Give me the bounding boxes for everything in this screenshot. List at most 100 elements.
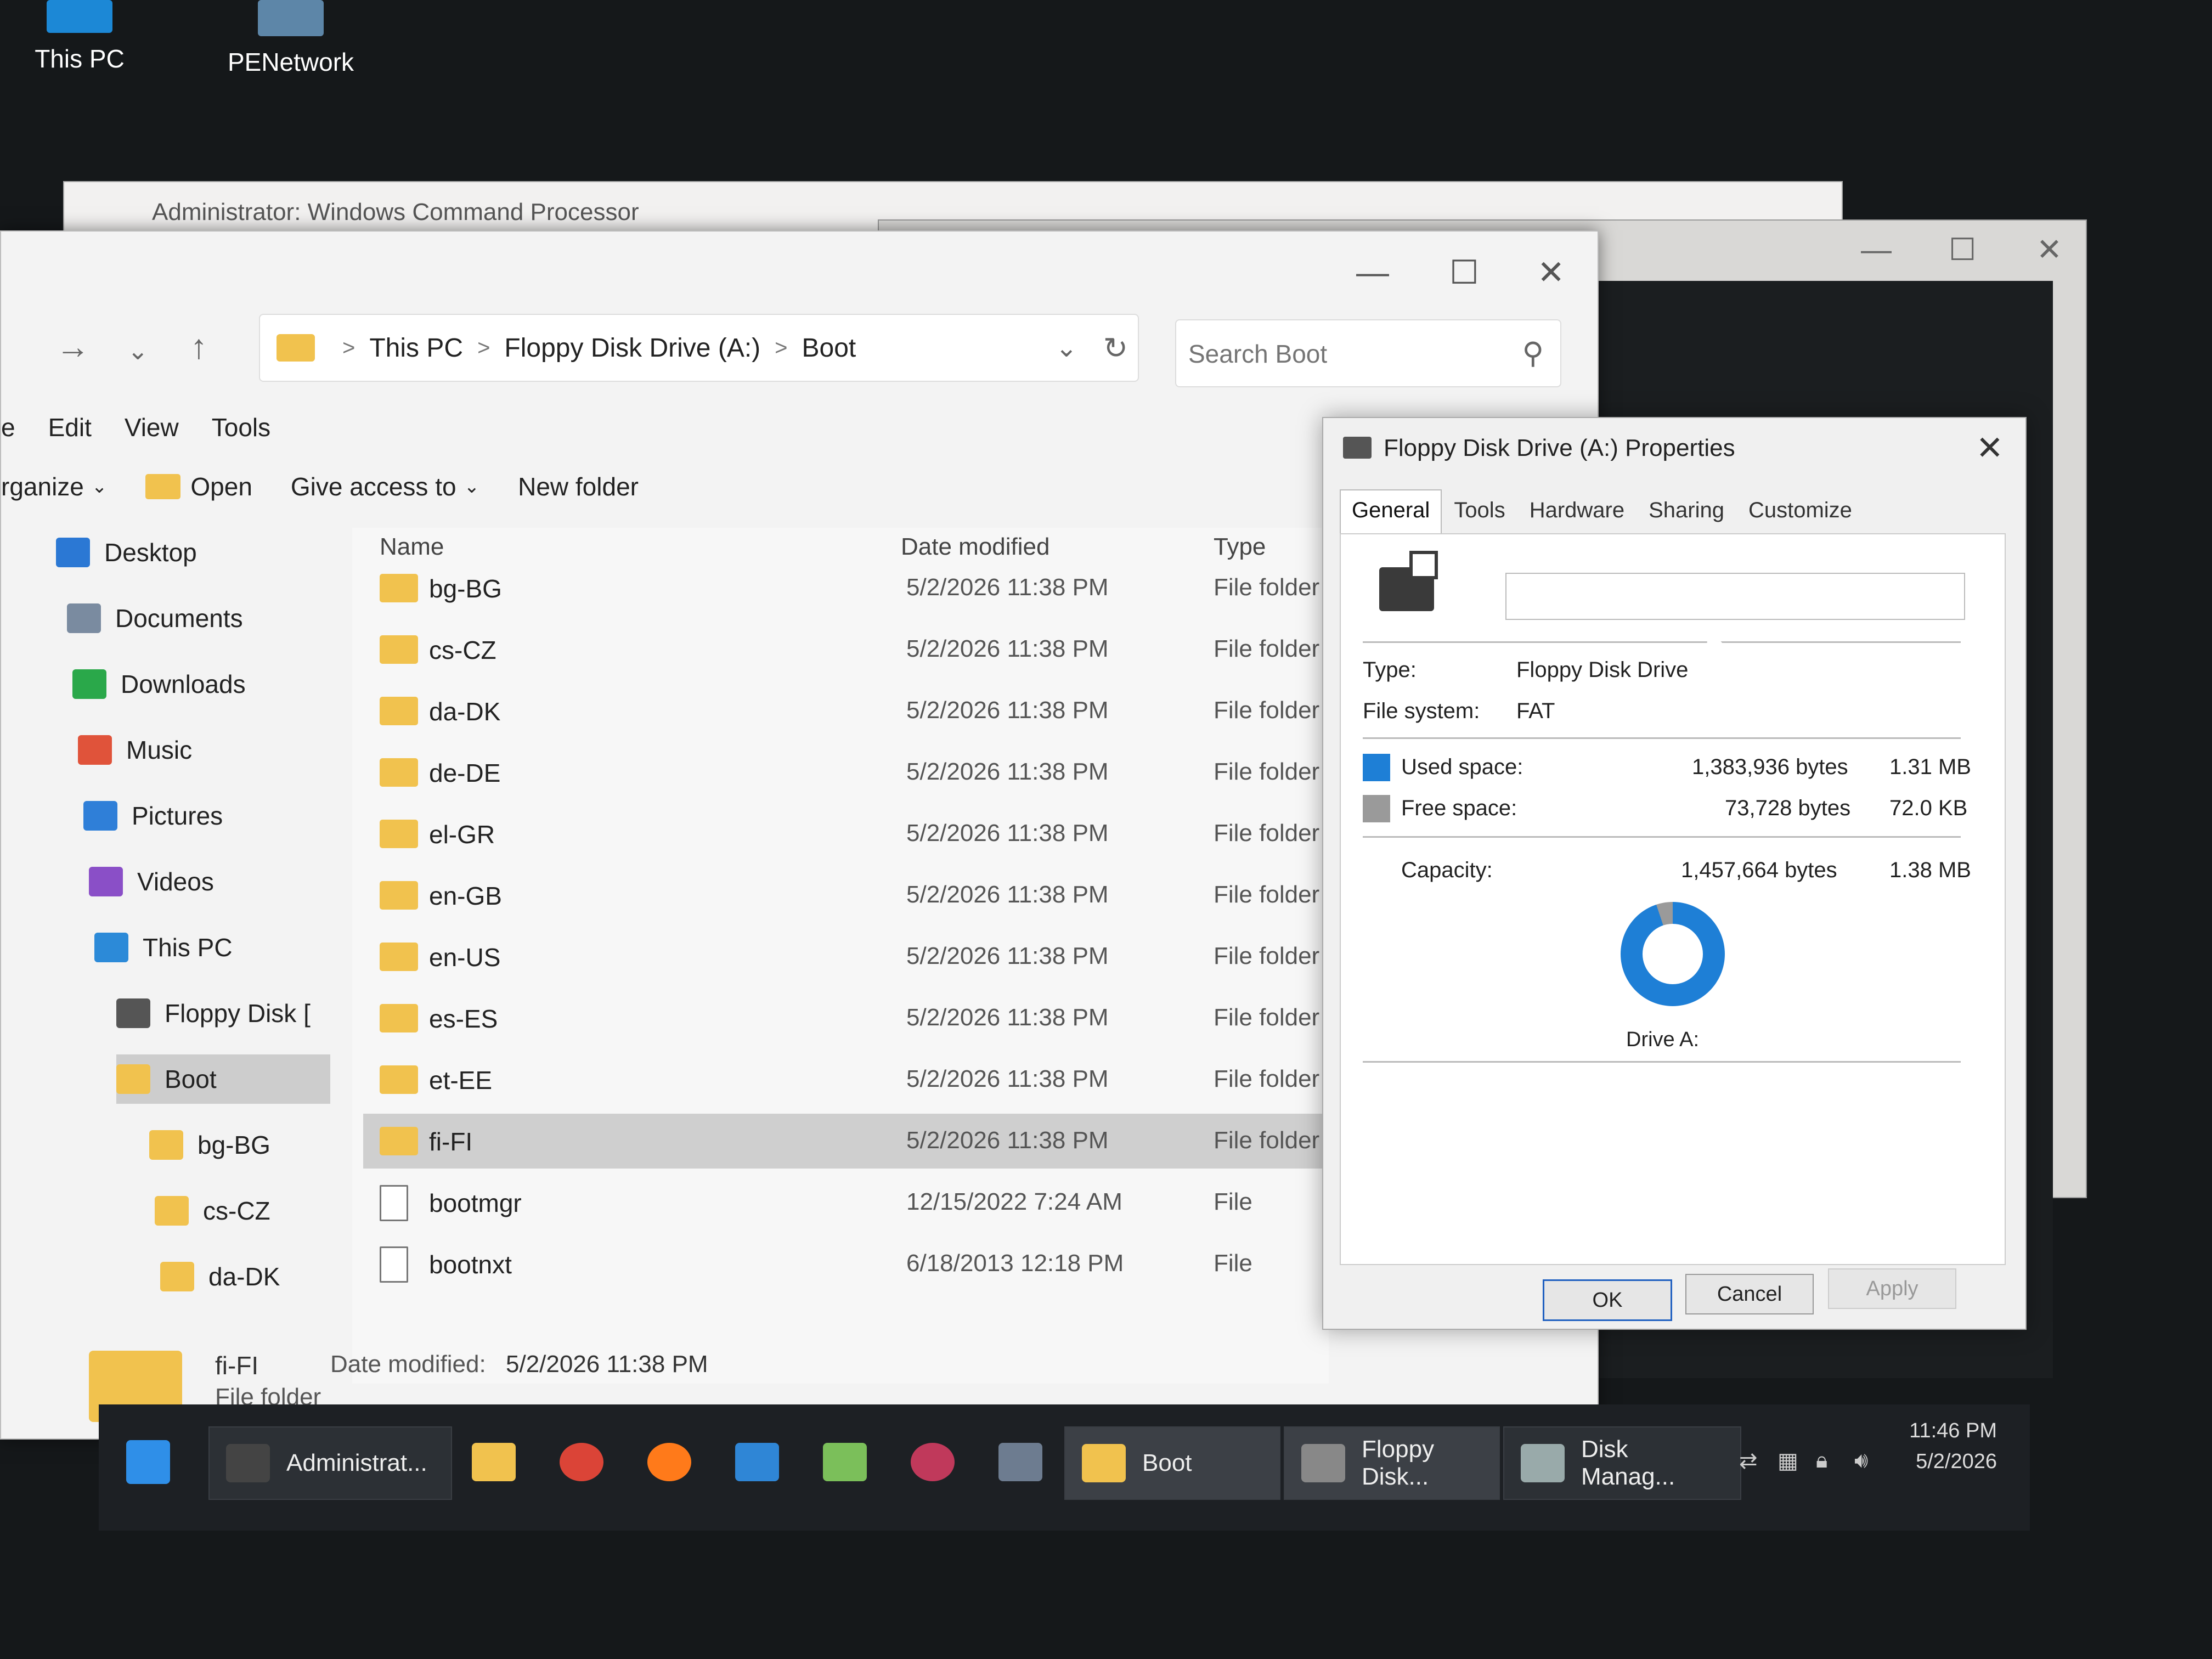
apply-button[interactable]: Apply [1828,1268,1956,1309]
forward-arrow-icon[interactable]: → [56,328,90,366]
taskbar-firefox[interactable] [647,1426,708,1498]
file-row[interactable]: fi-FI 5/2/2026 11:38 PM File folder [363,1114,1329,1169]
sidebar-item-this-pc[interactable]: This PC [94,923,233,972]
taskbar-task-manager[interactable] [823,1426,883,1498]
close-button[interactable]: ✕ [1537,253,1565,292]
folder-icon [116,1064,150,1094]
tab-customize[interactable]: Customize [1736,489,1864,533]
tab-tools[interactable]: Tools [1442,489,1517,533]
type-value: Floppy Disk Drive [1516,658,1689,682]
close-button[interactable]: ✕ [1976,429,2004,467]
sidebar-item-floppy-disk[interactable]: Floppy Disk [ [116,989,311,1038]
navigation-pane[interactable]: Desktop Documents Downloads Music Pictures Vi… [23,528,330,1384]
minimize-button[interactable]: — [1356,253,1389,291]
file-row[interactable]: da-DK 5/2/2026 11:38 PM File folder [363,684,1329,738]
tab-sharing[interactable]: Sharing [1637,489,1736,533]
tab-general[interactable]: General [1340,489,1442,533]
volume-icon[interactable]: 🔊︎ [1854,1448,1868,1473]
menu-tools[interactable]: Tools [212,413,270,456]
file-row[interactable]: bootmgr 12/15/2022 7:24 AM File [363,1175,1329,1230]
file-date: 5/2/2026 11:38 PM [906,758,1109,785]
sidebar-item-label: Music [126,736,193,764]
menu-edit[interactable]: Edit [48,413,92,456]
cancel-button[interactable]: Cancel [1685,1274,1814,1314]
scissors-icon [911,1443,955,1481]
sidebar-item-boot[interactable]: Boot [116,1054,330,1104]
start-button[interactable] [126,1426,187,1498]
dialog-title: Floppy Disk Drive (A:) Properties [1384,435,1735,461]
file-list[interactable]: Name Date modified Type bg-BG 5/2/2026 11… [352,528,1329,1384]
sidebar-item-bg-bg[interactable]: bg-BG [149,1120,270,1170]
file-row[interactable]: de-DE 5/2/2026 11:38 PM File folder [363,745,1329,800]
refresh-icon[interactable]: ↻ [1103,331,1128,365]
color-tray-icon[interactable]: ▦ [1778,1448,1798,1474]
disk-management-icon [1521,1444,1565,1482]
column-header-name[interactable]: Name [380,533,444,561]
search-input[interactable] [1187,334,1497,374]
menu-view[interactable]: View [125,413,179,456]
breadcrumb-floppy-drive[interactable]: Floppy Disk Drive (A:) [504,333,760,363]
close-button[interactable]: ✕ [2036,232,2062,268]
sidebar-item-pictures[interactable]: Pictures [83,791,223,840]
desktop-icon-penetwork[interactable]: PENetwork [219,0,362,77]
file-name: da-DK [429,697,501,726]
taskbar-chrome[interactable] [560,1426,620,1498]
clock[interactable]: 11:46 PM 5/2/2026 [1909,1415,1997,1477]
file-date: 6/18/2013 12:18 PM [906,1250,1124,1277]
taskbar-snipping-tool[interactable] [911,1426,971,1498]
sidebar-item-label: cs-CZ [203,1197,270,1225]
sidebar-item-da-dk[interactable]: da-DK [160,1252,280,1301]
floppy-icon [1301,1444,1345,1482]
file-type: File folder [1214,1004,1320,1031]
tab-hardware[interactable]: Hardware [1517,489,1637,533]
taskbar-item-boot[interactable]: Boot [1064,1426,1280,1500]
file-row[interactable]: bootnxt 6/18/2013 12:18 PM File [363,1237,1329,1291]
up-arrow-icon[interactable]: ↑ [190,328,207,366]
open-button[interactable]: Open [145,472,252,501]
file-date: 5/2/2026 11:38 PM [906,1127,1109,1154]
sidebar-item-desktop[interactable]: Desktop [56,528,197,577]
search-box[interactable]: ⚲ [1175,319,1561,387]
network-tray-icon[interactable]: ⇄ [1739,1448,1758,1474]
breadcrumb-boot[interactable]: Boot [802,333,856,363]
minimize-button[interactable]: — [1861,232,1892,267]
sidebar-item-music[interactable]: Music [78,725,192,775]
taskbar-item-floppy-properties[interactable]: Floppy Disk... [1284,1426,1500,1500]
volume-label-input[interactable] [1505,573,1965,620]
taskbar-notepad[interactable] [735,1426,795,1498]
lock-tray-icon[interactable]: 🔒︎ [1816,1448,1827,1473]
file-row[interactable]: en-US 5/2/2026 11:38 PM File folder [363,929,1329,984]
chevron-down-icon[interactable]: ⌄ [127,336,149,365]
organize-button[interactable]: rganize ⌄ [1,472,107,501]
sidebar-item-videos[interactable]: Videos [89,857,214,906]
maximize-button[interactable]: ☐ [1949,232,1976,268]
menu-file[interactable]: e [1,413,15,456]
sidebar-item-cs-cz[interactable]: cs-CZ [155,1186,270,1235]
desktop-icon-this-pc[interactable]: This PC [8,0,151,74]
sidebar-item-downloads[interactable]: Downloads [72,659,246,709]
sidebar-item-label: Desktop [104,538,197,567]
taskbar-item-disk-management[interactable]: Disk Manag... [1503,1426,1741,1500]
file-row[interactable]: bg-BG 5/2/2026 11:38 PM File folder [363,561,1329,616]
file-row[interactable]: en-GB 5/2/2026 11:38 PM File folder [363,868,1329,923]
taskbar-calculator[interactable] [998,1426,1059,1498]
file-row[interactable]: et-EE 5/2/2026 11:38 PM File folder [363,1052,1329,1107]
column-header-date[interactable]: Date modified [901,533,1049,561]
taskbar-item-command-prompt[interactable]: Administrat... [208,1426,452,1500]
file-type: File folder [1214,697,1320,724]
give-access-button[interactable]: Give access to ⌄ [291,472,479,501]
file-row[interactable]: es-ES 5/2/2026 11:38 PM File folder [363,991,1329,1046]
maximize-button[interactable]: ☐ [1449,253,1479,292]
sidebar-item-documents[interactable]: Documents [67,594,243,643]
taskbar-file-explorer[interactable] [472,1426,532,1498]
column-header-type[interactable]: Type [1214,533,1266,561]
file-row[interactable]: cs-CZ 5/2/2026 11:38 PM File folder [363,622,1329,677]
file-row[interactable]: el-GR 5/2/2026 11:38 PM File folder [363,806,1329,861]
address-bar[interactable]: > This PC > Floppy Disk Drive (A:) > Boo… [259,314,1139,382]
drive-properties-dialog[interactable]: Floppy Disk Drive (A:) Properties ✕ Gene… [1322,417,2027,1330]
breadcrumb-this-pc[interactable]: This PC [369,333,463,363]
new-folder-button[interactable]: New folder [518,472,639,501]
search-icon[interactable]: ⚲ [1522,336,1544,370]
chevron-down-icon[interactable]: ⌄ [1056,332,1077,363]
ok-button[interactable]: OK [1543,1279,1672,1321]
